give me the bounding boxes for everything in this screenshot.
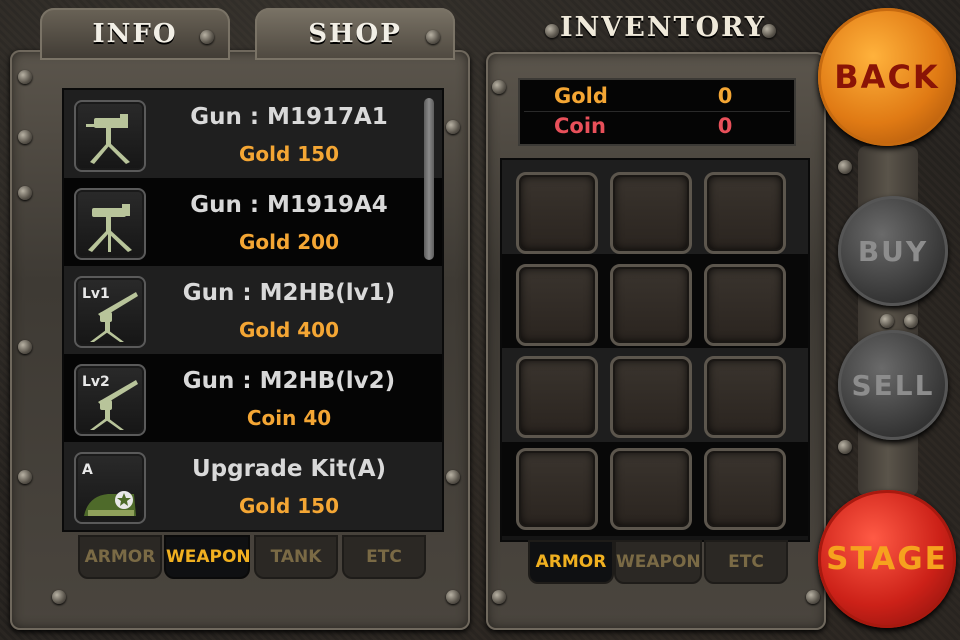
item-name: Gun : M1917A1 bbox=[190, 104, 388, 130]
coin-label: Coin bbox=[554, 114, 606, 138]
machine-gun-icon bbox=[74, 100, 146, 172]
rivet bbox=[18, 130, 32, 144]
shop-item-row[interactable]: Lv1 Gun : M2HB(lv1) Gold 400 bbox=[64, 266, 442, 354]
inventory-slot[interactable] bbox=[610, 264, 692, 346]
tab-shop[interactable]: SHOP bbox=[255, 8, 455, 60]
rivet bbox=[426, 30, 440, 44]
rivet bbox=[18, 70, 32, 84]
gold-value: 0 bbox=[717, 84, 733, 108]
rivet bbox=[18, 186, 32, 200]
divider bbox=[524, 111, 790, 112]
shop-tab-tank[interactable]: TANK bbox=[254, 535, 338, 579]
heavy-machine-gun-icon: Lv1 bbox=[74, 276, 146, 348]
item-price: Gold 200 bbox=[238, 230, 340, 254]
back-button[interactable]: BACK bbox=[818, 8, 956, 146]
item-price: Gold 150 bbox=[238, 142, 340, 166]
rivet bbox=[446, 590, 460, 604]
inventory-slot[interactable] bbox=[610, 172, 692, 254]
inventory-slot[interactable] bbox=[610, 356, 692, 438]
shop-tab-etc[interactable]: ETC bbox=[342, 535, 426, 579]
inventory-slot[interactable] bbox=[704, 356, 786, 438]
shop-tab-weapon[interactable]: WEAPON bbox=[164, 535, 251, 579]
inventory-slot[interactable] bbox=[516, 448, 598, 530]
shop-tab-armor[interactable]: ARMOR bbox=[78, 535, 162, 579]
rivet bbox=[52, 590, 66, 604]
rivet bbox=[806, 590, 820, 604]
rivet bbox=[492, 80, 506, 94]
inventory-tab-armor[interactable]: ARMOR bbox=[528, 540, 614, 584]
item-name: Gun : M2HB(lv2) bbox=[182, 368, 396, 394]
rivet bbox=[904, 314, 918, 328]
item-price: Coin 40 bbox=[246, 406, 332, 430]
item-name: Upgrade Kit(A) bbox=[191, 456, 387, 482]
rivet bbox=[18, 340, 32, 354]
rivet bbox=[838, 160, 852, 174]
coin-value: 0 bbox=[717, 114, 733, 138]
inventory-slot[interactable] bbox=[704, 264, 786, 346]
gold-label: Gold bbox=[554, 84, 608, 108]
shop-item-row[interactable]: Gun : M1917A1 Gold 150 bbox=[64, 90, 442, 178]
rivet bbox=[18, 470, 32, 484]
item-name: Gun : M2HB(lv1) bbox=[182, 280, 396, 306]
inventory-tab-etc[interactable]: ETC bbox=[704, 540, 788, 584]
shop-item-row[interactable]: A Upgrade Kit(A) Gold 150 bbox=[64, 442, 442, 530]
tank-upgrade-kit-icon: A bbox=[74, 452, 146, 524]
rivet bbox=[446, 470, 460, 484]
shop-item-row[interactable]: Lv2 Gun : M2HB(lv2) Coin 40 bbox=[64, 354, 442, 442]
rivet bbox=[762, 24, 776, 38]
inventory-tab-weapon[interactable]: WEAPON bbox=[614, 540, 702, 584]
rivet bbox=[838, 440, 852, 454]
inventory-grid bbox=[500, 158, 810, 542]
item-price: Gold 400 bbox=[238, 318, 340, 342]
rivet bbox=[880, 314, 894, 328]
rivet bbox=[492, 590, 506, 604]
shop-item-list[interactable]: Gun : M1917A1 Gold 150 Gun : M1919A4 Gol… bbox=[62, 88, 444, 532]
rivet bbox=[545, 24, 559, 38]
sell-button[interactable]: SELL bbox=[838, 330, 948, 440]
item-price: Gold 150 bbox=[238, 494, 340, 518]
inventory-slot[interactable] bbox=[610, 448, 692, 530]
inventory-title: INVENTORY bbox=[560, 12, 767, 43]
stage-button[interactable]: STAGE bbox=[818, 490, 956, 628]
shop-item-row[interactable]: Gun : M1919A4 Gold 200 bbox=[64, 178, 442, 266]
inventory-slot[interactable] bbox=[516, 356, 598, 438]
inventory-slot[interactable] bbox=[516, 172, 598, 254]
heavy-machine-gun-icon: Lv2 bbox=[74, 364, 146, 436]
inventory-slot[interactable] bbox=[704, 172, 786, 254]
machine-gun-icon bbox=[74, 188, 146, 260]
rivet bbox=[446, 120, 460, 134]
inventory-slot[interactable] bbox=[516, 264, 598, 346]
list-scrollbar[interactable] bbox=[424, 98, 434, 260]
inventory-slot[interactable] bbox=[704, 448, 786, 530]
item-name: Gun : M1919A4 bbox=[190, 192, 388, 218]
buy-button[interactable]: BUY bbox=[838, 196, 948, 306]
rivet bbox=[200, 30, 214, 44]
currency-box: Gold 0 Coin 0 bbox=[518, 78, 796, 146]
